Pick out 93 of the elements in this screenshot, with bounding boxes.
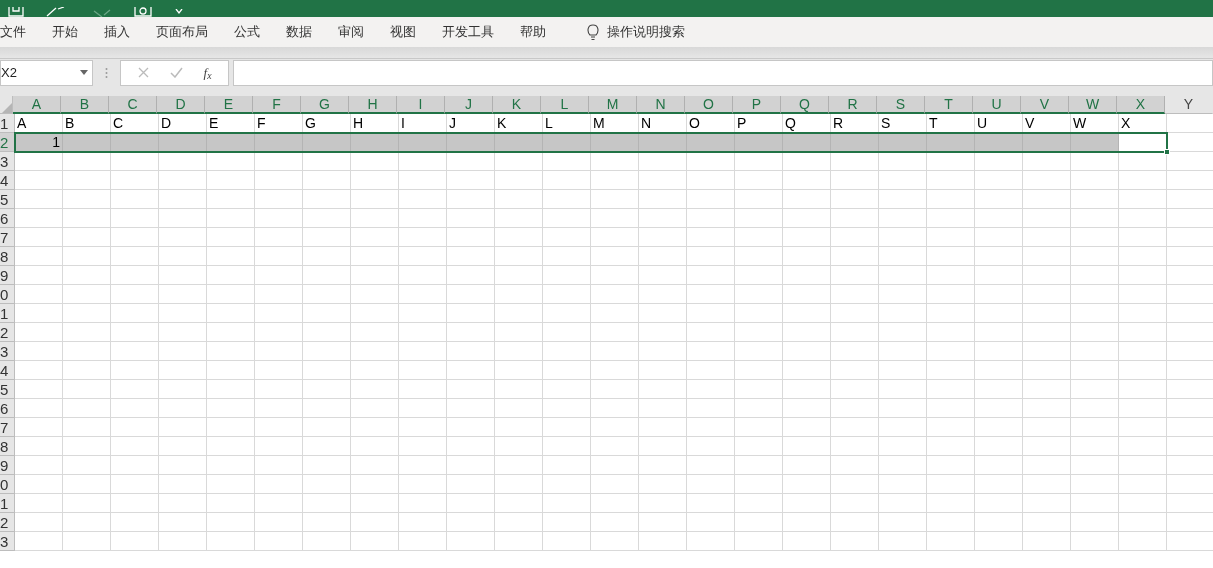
column-header[interactable]: D bbox=[157, 96, 205, 114]
column-header[interactable]: O bbox=[685, 96, 733, 114]
grip-icon bbox=[105, 66, 108, 79]
row-header[interactable]: 1 bbox=[0, 304, 15, 323]
cell-value: N bbox=[640, 114, 653, 133]
row-header[interactable]: 3 bbox=[0, 342, 15, 361]
cell-value: K bbox=[496, 114, 508, 133]
camera-icon[interactable] bbox=[134, 7, 152, 17]
ribbon-tab[interactable]: 页面布局 bbox=[143, 17, 221, 47]
row-header[interactable]: 9 bbox=[0, 266, 15, 285]
tell-me-search[interactable]: 操作说明搜索 bbox=[607, 22, 685, 42]
column-header[interactable]: L bbox=[541, 96, 589, 114]
column-header[interactable]: R bbox=[829, 96, 877, 114]
row-header[interactable]: 4 bbox=[0, 361, 15, 380]
cell-value: V bbox=[1024, 114, 1036, 133]
column-header[interactable]: P bbox=[733, 96, 781, 114]
cell-value: R bbox=[832, 114, 845, 133]
row-header[interactable]: 1 bbox=[0, 494, 15, 513]
row-header[interactable]: 5 bbox=[0, 380, 15, 399]
cell-value: J bbox=[448, 114, 457, 133]
row-header[interactable]: 1 bbox=[0, 114, 15, 133]
name-box[interactable]: X2 bbox=[0, 59, 93, 86]
row-header[interactable]: 7 bbox=[0, 228, 15, 247]
column-header[interactable]: B bbox=[61, 96, 109, 114]
cancel-icon[interactable] bbox=[137, 67, 149, 78]
column-header[interactable]: A bbox=[13, 96, 61, 114]
ribbon-tab[interactable]: 开始 bbox=[39, 17, 91, 47]
ribbon-tab[interactable]: 数据 bbox=[273, 17, 325, 47]
column-header[interactable]: Y bbox=[1165, 96, 1213, 114]
cell-value: A bbox=[16, 114, 28, 133]
checkmark-icon[interactable] bbox=[169, 67, 183, 78]
row-header[interactable]: 4 bbox=[0, 171, 15, 190]
column-header[interactable]: J bbox=[445, 96, 493, 114]
row-header[interactable]: 0 bbox=[0, 475, 15, 494]
corner-triangle-icon bbox=[2, 103, 12, 113]
column-header[interactable]: K bbox=[493, 96, 541, 114]
row-header[interactable]: 3 bbox=[0, 532, 15, 551]
cell-value: O bbox=[688, 114, 701, 133]
cell-value: D bbox=[160, 114, 173, 133]
row-header[interactable]: 0 bbox=[0, 285, 15, 304]
column-header[interactable]: N bbox=[637, 96, 685, 114]
cell-value: Q bbox=[784, 114, 797, 133]
cell-value: F bbox=[256, 114, 267, 133]
row-header[interactable]: 2 bbox=[0, 323, 15, 342]
column-header[interactable]: H bbox=[349, 96, 397, 114]
column-header[interactable]: T bbox=[925, 96, 973, 114]
column-header[interactable]: V bbox=[1021, 96, 1069, 114]
column-header[interactable]: S bbox=[877, 96, 925, 114]
cell-value: M bbox=[592, 114, 606, 133]
formula-input[interactable] bbox=[233, 59, 1213, 86]
cell-value: G bbox=[304, 114, 317, 133]
insert-function-button[interactable]: f$_{x}$ bbox=[203, 62, 212, 83]
row-header[interactable]: 9 bbox=[0, 456, 15, 475]
ribbon-tab[interactable]: 文件 bbox=[0, 17, 39, 47]
cell-value: I bbox=[400, 114, 406, 133]
column-header[interactable]: Q bbox=[781, 96, 829, 114]
column-header[interactable]: F bbox=[253, 96, 301, 114]
column-header[interactable]: M bbox=[589, 96, 637, 114]
row-header[interactable]: 5 bbox=[0, 190, 15, 209]
cell-value: L bbox=[544, 114, 554, 133]
row-header[interactable]: 7 bbox=[0, 418, 15, 437]
ribbon-tab[interactable]: 插入 bbox=[91, 17, 143, 47]
column-header[interactable]: E bbox=[205, 96, 253, 114]
column-header[interactable]: C bbox=[109, 96, 157, 114]
column-header[interactable]: W bbox=[1069, 96, 1117, 114]
ribbon-tab[interactable]: 公式 bbox=[221, 17, 273, 47]
row-header[interactable]: 2 bbox=[0, 513, 15, 532]
row-header[interactable]: 3 bbox=[0, 152, 15, 171]
cell-value: S bbox=[880, 114, 892, 133]
ribbon-tab[interactable]: 帮助 bbox=[507, 17, 559, 47]
ribbon-tab[interactable]: 开发工具 bbox=[429, 17, 507, 47]
cell-value: T bbox=[928, 114, 939, 133]
cell-value: B bbox=[64, 114, 76, 133]
column-header[interactable]: I bbox=[397, 96, 445, 114]
lightbulb-icon bbox=[587, 23, 599, 41]
ribbon-tab[interactable]: 视图 bbox=[377, 17, 429, 47]
column-header[interactable]: U bbox=[973, 96, 1021, 114]
ribbon-tab[interactable]: 审阅 bbox=[325, 17, 377, 47]
row-header[interactable]: 6 bbox=[0, 399, 15, 418]
cell-value: H bbox=[352, 114, 365, 133]
row-header[interactable]: 6 bbox=[0, 209, 15, 228]
cell-value: P bbox=[736, 114, 748, 133]
cell-value: X bbox=[1120, 114, 1132, 133]
row-header[interactable]: 8 bbox=[0, 437, 15, 456]
cell-value: C bbox=[112, 114, 125, 133]
cell-value: U bbox=[976, 114, 989, 133]
column-header[interactable]: G bbox=[301, 96, 349, 114]
row-header[interactable]: 8 bbox=[0, 247, 15, 266]
save-icon[interactable] bbox=[8, 7, 24, 17]
cell-value: E bbox=[208, 114, 220, 133]
dropdown-caret-icon[interactable] bbox=[80, 70, 88, 75]
column-header[interactable]: X bbox=[1117, 96, 1165, 114]
cell-value: W bbox=[1072, 114, 1088, 133]
